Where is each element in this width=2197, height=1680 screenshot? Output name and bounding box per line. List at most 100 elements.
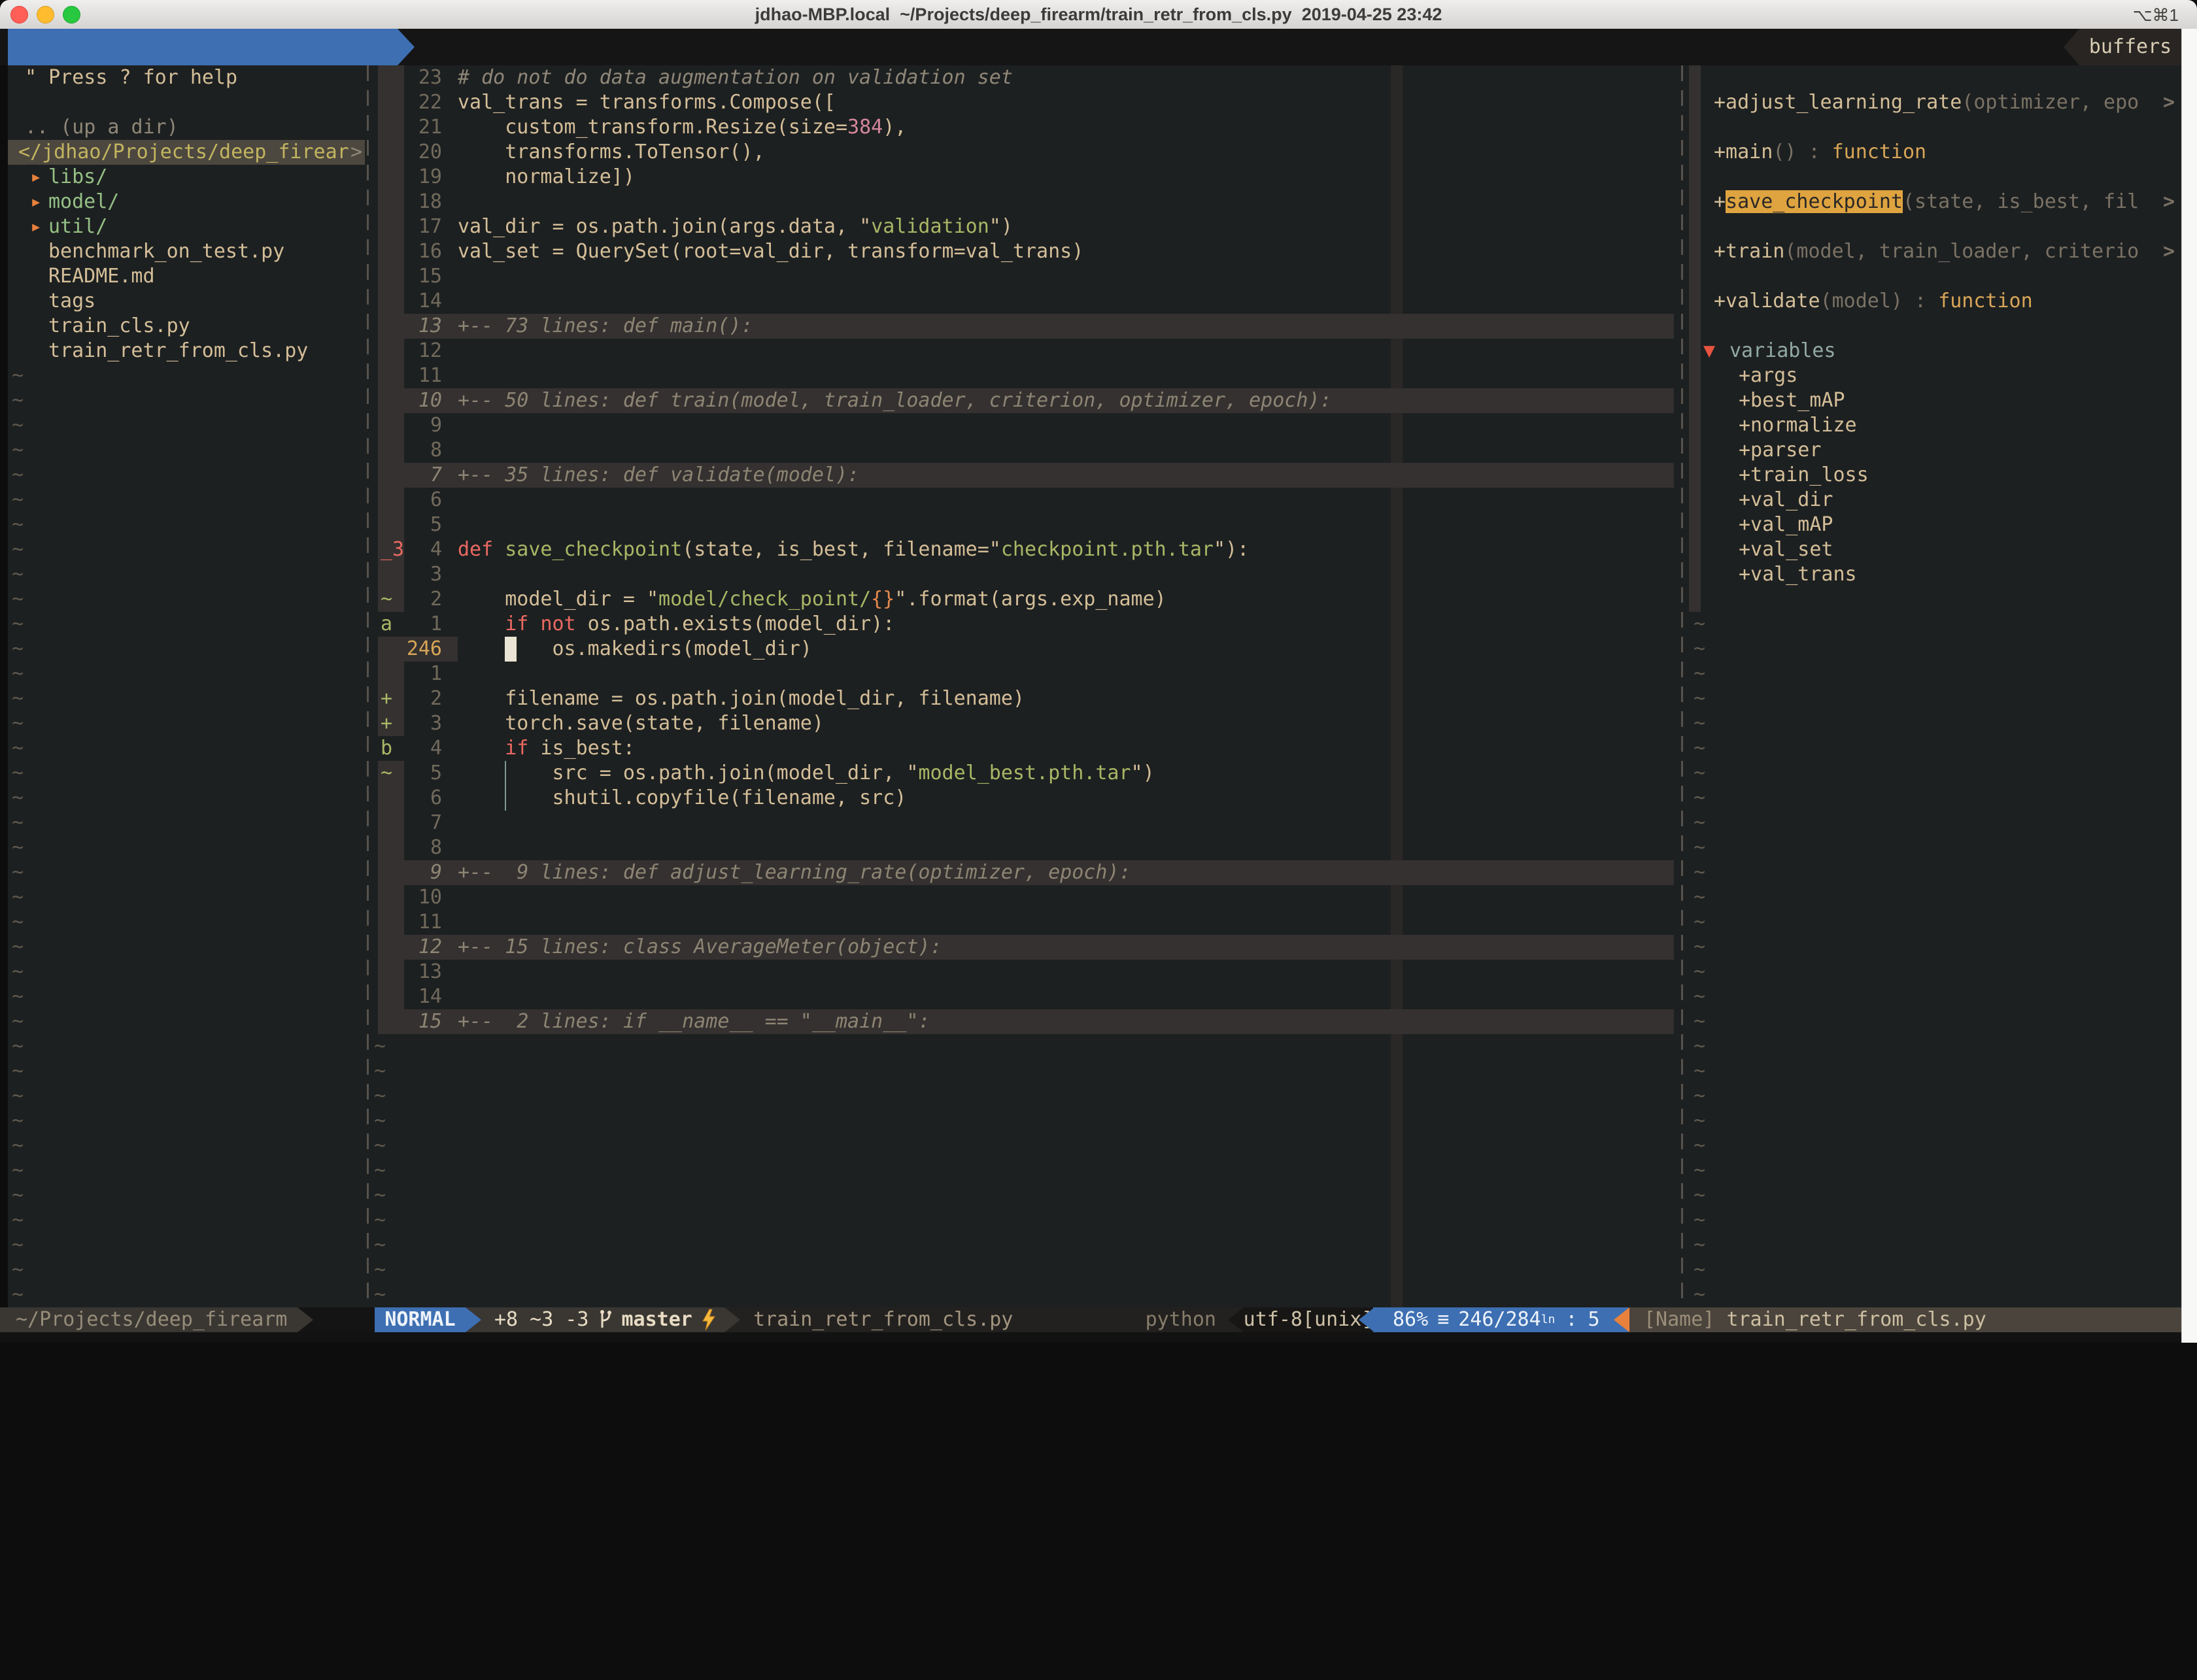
minimize-button-icon[interactable] <box>37 6 54 24</box>
tagbar-variable-name[interactable]: +val_dir <box>1739 488 1833 512</box>
tagbar-item[interactable]: +save_checkpoint(state, is_best, fil> <box>8 190 2181 214</box>
nerdtree-file-name[interactable]: train_retr_from_cls.py <box>48 339 308 363</box>
tilde-marker: ~ <box>374 1283 386 1307</box>
sign-column-cell <box>378 214 404 239</box>
tagbar-empty-line: ~ <box>8 1283 2181 1307</box>
statusline-position-section: 86% ≡ 246/284 ln : 5 <box>1373 1307 1628 1332</box>
sign-column-cell <box>378 413 404 438</box>
tagbar-variable-name[interactable]: +val_mAP <box>1739 512 1833 537</box>
tagbar-variable-name[interactable]: +parser <box>1739 438 1821 463</box>
code-line[interactable]: 19 normalize]) <box>8 165 2181 190</box>
tagbar-item[interactable]: +adjust_learning_rate(optimizer, epo> <box>8 90 2181 115</box>
nerdtree-help-text: " Press ? for help <box>25 65 237 90</box>
code-token: is_best: <box>528 737 635 760</box>
tilde-marker: ~ <box>1694 1258 1705 1283</box>
tagbar-variable-name[interactable]: +val_set <box>1739 537 1833 562</box>
tagbar-item[interactable]: +validate(model) : function <box>8 289 2181 314</box>
code-line[interactable]: 17val_dir = os.path.join(args.data, "val… <box>8 214 2181 239</box>
tagbar-empty-line: ~ <box>8 1258 2181 1283</box>
git-sign: + <box>381 711 392 736</box>
tilde-marker: ~ <box>1694 1109 1705 1134</box>
window-separator-right[interactable] <box>1681 65 1683 1307</box>
tilde-marker: ~ <box>374 1158 386 1183</box>
tagbar-variable-name[interactable]: +val_trans <box>1739 562 1857 587</box>
line-number: 11 <box>404 910 442 935</box>
dir-arrow-icon[interactable]: ▸ <box>30 165 42 190</box>
close-button-icon[interactable] <box>10 6 28 24</box>
code-token: transforms.ToTensor(), <box>458 141 765 163</box>
tagbar-tag-text[interactable]: +save_checkpoint(state, is_best, fil <box>1714 190 2139 214</box>
code-line[interactable]: 21 custom_transform.Resize(size=384), <box>8 115 2181 140</box>
dir-arrow-icon[interactable]: ▸ <box>30 214 42 239</box>
tagbar-item[interactable]: +parser <box>8 438 2181 463</box>
fold-text: +-- 50 lines: def train(model, train_loa… <box>458 388 1332 413</box>
code-token: .format(args.exp_name) <box>906 588 1166 611</box>
code-line[interactable]: ~2 model_dir = "model/check_point/{}".fo… <box>8 587 2181 612</box>
tagbar-tag-text[interactable]: +train(model, train_loader, criterio <box>1714 239 2139 264</box>
code-text: transforms.ToTensor(), <box>458 140 765 165</box>
tagbar-item[interactable]: +val_dir <box>8 488 2181 512</box>
tilde-marker: ~ <box>12 860 24 885</box>
tagbar-item[interactable]: +train(model, train_loader, criterio> <box>8 239 2181 264</box>
nerdtree-file-name[interactable]: tags <box>48 289 95 314</box>
tagbar-item[interactable]: +val_trans <box>8 562 2181 587</box>
tagbar-tag-text[interactable]: +adjust_learning_rate(optimizer, epo <box>1714 90 2139 115</box>
nerdtree-dir-name[interactable]: model/ <box>48 190 119 214</box>
line-number: 8 <box>404 835 442 860</box>
line-number: 3 <box>404 562 442 587</box>
tagbar-empty-line: ~ <box>8 811 2181 835</box>
code-line[interactable]: 23# do not do data augmentation on valid… <box>8 65 2181 90</box>
tab-train-retr-from-cls[interactable]: 1. train_retr_from_cls.py <box>8 29 398 65</box>
tagbar-item[interactable]: +normalize <box>8 413 2181 438</box>
zoom-button-icon[interactable] <box>63 6 80 24</box>
code-token: validation <box>871 215 989 238</box>
tagbar-empty-line: ~ <box>8 885 2181 910</box>
sign-column-cell <box>378 835 404 860</box>
sign-column-cell <box>378 239 404 264</box>
nerdtree-root-path[interactable]: </jdhao/Projects/deep_firear <box>18 140 349 165</box>
scrollbar[interactable] <box>2181 29 2197 1343</box>
fold-text: +-- 9 lines: def adjust_learning_rate(op… <box>458 860 1131 885</box>
tilde-marker: ~ <box>12 686 24 711</box>
nerdtree-file-name[interactable]: README.md <box>48 264 155 289</box>
sign-column-cell <box>378 488 404 512</box>
tagbar-variable-name[interactable]: +best_mAP <box>1739 388 1845 413</box>
tilde-marker: ~ <box>1694 811 1705 835</box>
tagbar-item[interactable]: +args <box>8 363 2181 388</box>
code-token: src = os.path.join(model_dir, <box>458 762 906 784</box>
tagbar-variable-name[interactable]: +normalize <box>1739 413 1857 438</box>
window-separator-left[interactable] <box>367 65 369 1307</box>
nerdtree-dir-name[interactable]: util/ <box>48 214 107 239</box>
nerdtree-file-name[interactable]: benchmark_on_test.py <box>48 239 284 264</box>
nerdtree-updir[interactable]: .. (up a dir) <box>25 115 179 140</box>
tagbar-tag-text[interactable]: +main() : function <box>1714 140 1926 165</box>
tagbar-item[interactable]: +val_mAP <box>8 512 2181 537</box>
tilde-marker: ~ <box>1694 885 1705 910</box>
tilde-marker: ~ <box>12 1109 24 1134</box>
line-number: 3 <box>404 711 442 736</box>
code-line[interactable]: 15 <box>8 264 2181 289</box>
tilde-marker: ~ <box>12 413 24 438</box>
git-hunks: +8 ~3 -3 <box>494 1307 589 1332</box>
truncation-chevron-icon: > <box>350 140 362 165</box>
tagbar-section[interactable]: ▼variables <box>8 339 2181 363</box>
line-number: 15 <box>404 264 442 289</box>
dir-arrow-icon[interactable]: ▸ <box>30 190 42 214</box>
statusline-nerdtree-path: ~/Projects/deep_firearm <box>0 1307 298 1332</box>
line-number: 6 <box>404 488 442 512</box>
statusline-filename: train_retr_from_cls.py <box>753 1307 1013 1332</box>
nerdtree-file-name[interactable]: train_cls.py <box>48 314 190 339</box>
tagbar-variable-name[interactable]: +train_loss <box>1739 463 1869 488</box>
code-token: checkpoint.pth.tar <box>1001 538 1214 561</box>
window-titlebar: jdhao-MBP.local ~/Projects/deep_firearm/… <box>0 0 2197 29</box>
fold-open-triangle-icon[interactable]: ▼ <box>1703 339 1715 363</box>
line-number: 18 <box>404 190 442 214</box>
code-token: {} <box>871 588 894 611</box>
sign-column-cell <box>378 339 404 363</box>
line-number: 9 <box>404 860 442 885</box>
tagbar-tag-text[interactable]: +validate(model) : function <box>1714 289 2033 314</box>
tagbar-empty-line: ~ <box>8 835 2181 860</box>
tagbar-variable-name[interactable]: +args <box>1739 363 1797 388</box>
fold-line[interactable]: 13+-- 73 lines: def main(): <box>8 314 2181 339</box>
nerdtree-dir-name[interactable]: libs/ <box>48 165 107 190</box>
